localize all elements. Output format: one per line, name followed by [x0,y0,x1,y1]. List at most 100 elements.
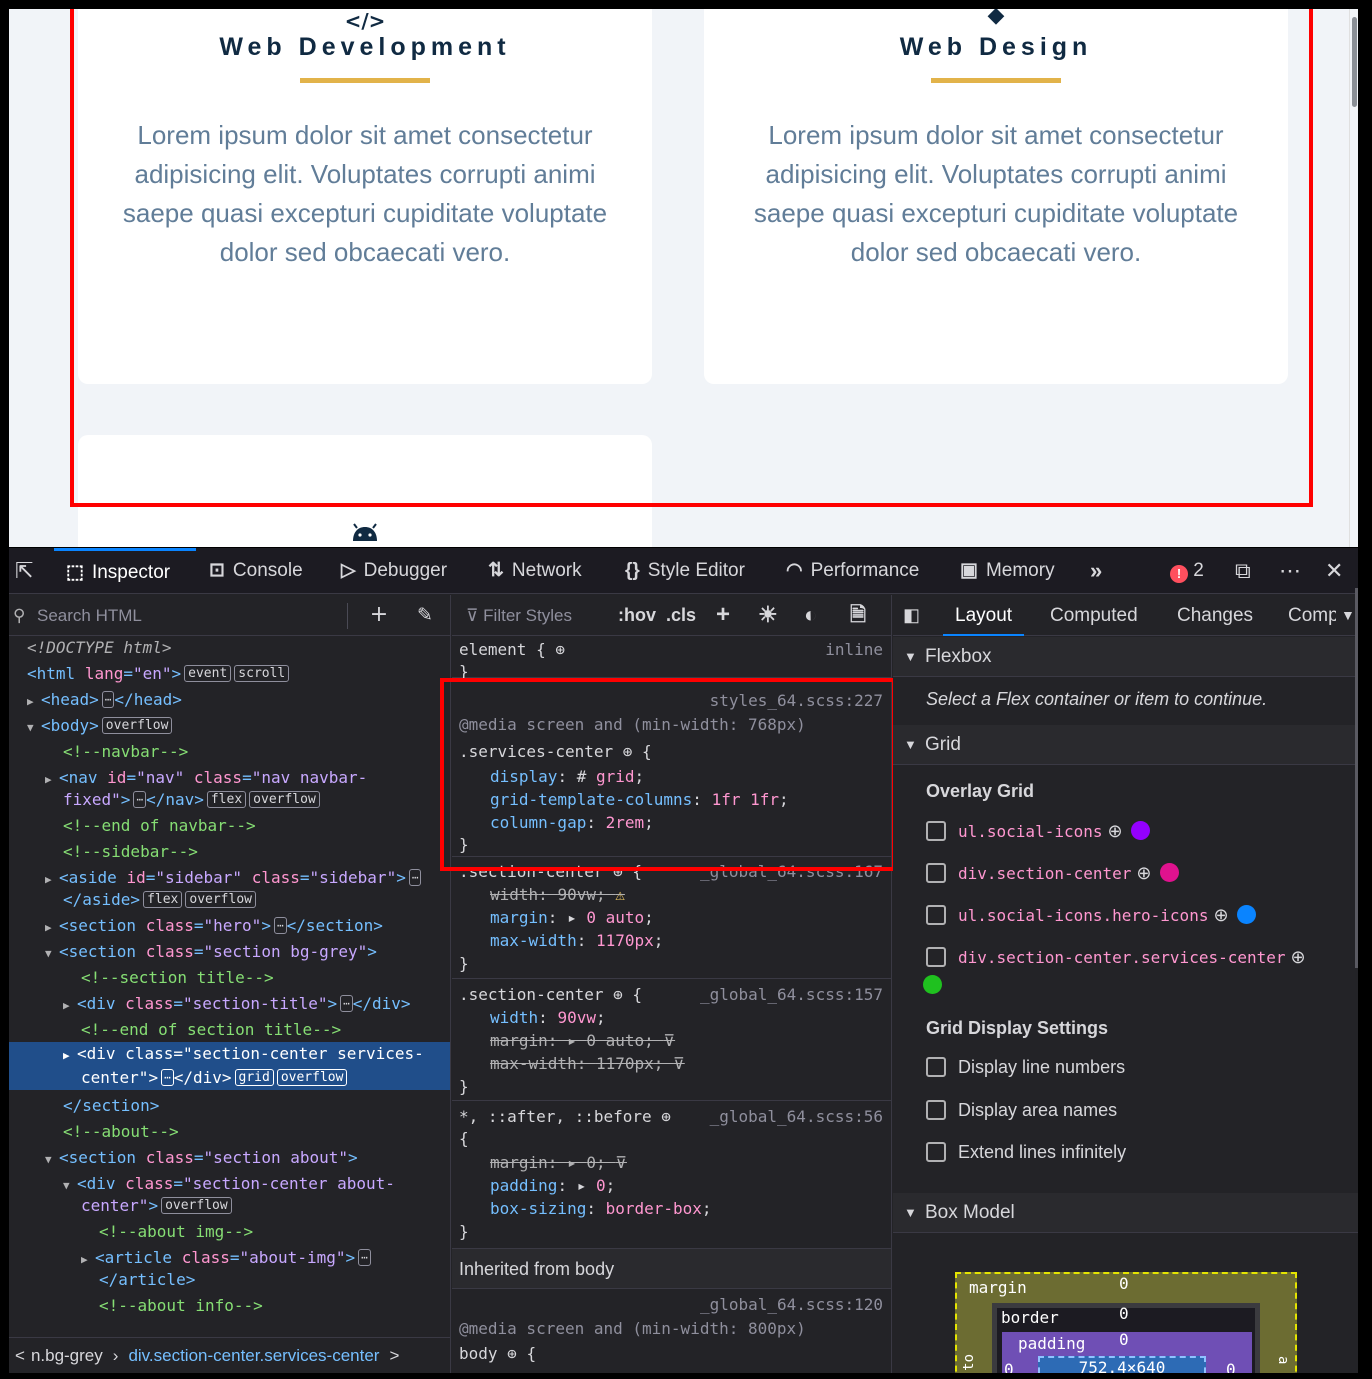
padding-top-value[interactable]: 0 [1119,1330,1129,1349]
tree-node[interactable]: <!--about info--> [9,1294,450,1318]
pick-element-button[interactable]: ⇱ [15,548,33,594]
tab-debugger[interactable]: ▷ Debugger [341,548,447,594]
grid-color-swatch[interactable] [1159,863,1179,882]
light-scheme-icon[interactable]: ☀ [758,601,778,629]
flexbox-section-header[interactable]: ▼ Flexbox [893,637,1358,677]
breadcrumb-item-selected[interactable]: div.section-center.services-center [128,1346,379,1365]
filter-icon[interactable]: ⊽ [663,1031,675,1050]
add-node-button[interactable]: + [365,601,393,629]
print-media-icon[interactable]: 🗎 [850,601,866,629]
grid-section-header[interactable]: ▼ Grid [893,725,1358,765]
tree-node[interactable]: ▶ <div class="section-title"> ⋯ </div> [9,992,450,1016]
grid-overlay-item[interactable]: ul.social-icons.hero-icons ⊕ [926,901,1256,929]
node-icon[interactable]: ⊕ [1108,821,1123,841]
layout-scrollbar[interactable] [1355,588,1358,968]
add-rule-icon[interactable]: + [716,601,730,629]
grid-color-swatch[interactable] [1130,821,1150,840]
grid-overlay-item[interactable]: ul.social-icons ⊕ [926,817,1150,845]
breadcrumb-back-icon[interactable]: < [9,1346,31,1365]
tree-node[interactable]: <!--end of section title--> [9,1018,450,1042]
toggle-sidebar-icon[interactable]: ◧ [903,595,920,636]
tree-node[interactable]: <!--navbar--> [9,740,450,764]
tree-node[interactable]: <!DOCTYPE html> [9,636,450,660]
setting-checkbox[interactable] [926,1100,946,1120]
border-top-value[interactable]: 0 [1119,1304,1129,1323]
tree-node[interactable]: center"> overflow [9,1194,450,1218]
dark-scheme-icon[interactable]: ◐ [804,601,817,629]
grid-overlay-item[interactable]: div.section-center ⊕ [926,859,1179,887]
tree-node[interactable]: ▼ <div class="section-center about- [9,1172,450,1196]
error-count-badge[interactable]: ! 2 [1170,548,1204,594]
setting-display-area-names[interactable]: Display area names [926,1096,1117,1124]
stylesheet-link[interactable]: _global_64.scss:120 [700,1293,883,1316]
tree-node[interactable]: ▶ <head> ⋯ </head> [9,688,450,712]
tree-node[interactable]: <!--about--> [9,1120,450,1144]
responsive-design-icon[interactable]: ⧉ [1235,548,1251,594]
tree-node[interactable]: </article> [9,1268,450,1292]
performance-icon: ◠ [786,560,803,581]
stylesheet-link[interactable]: _global_64.scss:56 [710,1105,883,1128]
padding-left-value[interactable]: 0 [1004,1360,1014,1373]
hover-state-toggle[interactable]: :hov [618,601,656,629]
class-toggle[interactable]: .cls [666,601,696,629]
tab-style-editor[interactable]: {} Style Editor [625,548,745,594]
more-options-icon[interactable]: ⋯ [1279,548,1301,594]
filter-icon[interactable]: ⊽ [673,1054,685,1073]
tab-memory[interactable]: ▣ Memory [960,548,1055,594]
tab-performance[interactable]: ◠ Performance [786,548,919,594]
grid-checkbox[interactable] [926,947,946,967]
filter-icon[interactable]: ⊽ [615,1153,627,1172]
tree-node[interactable]: <!--sidebar--> [9,840,450,864]
breadcrumb-forward-icon[interactable]: > [379,1346,409,1365]
tree-node[interactable]: </aside> flex overflow [9,888,450,912]
breadcrumb-item[interactable]: n.bg-grey [31,1346,103,1365]
search-icon: ⚲ [13,606,26,625]
tree-node[interactable]: ▶ <article class="about-img"> ⋯ [9,1246,450,1270]
grid-checkbox[interactable] [926,821,946,841]
warning-icon[interactable]: ⚠ [615,885,625,904]
close-icon[interactable]: ✕ [1325,548,1343,594]
tree-node[interactable]: fixed"> ⋯ </nav> flex overflow [9,788,450,812]
more-tabs-chevron-icon[interactable]: » [1090,548,1102,594]
tree-node-selected[interactable]: ▶ <div class="section-center services-cen… [9,1042,450,1090]
tree-node[interactable]: ▶ <nav id="nav" class="nav navbar- [9,766,450,790]
node-icon[interactable]: ⊕ [1291,947,1306,967]
tab-computed[interactable]: Computed [1050,595,1138,636]
search-html-input[interactable]: ⚲ Search HTML [13,603,348,629]
setting-checkbox[interactable] [926,1142,946,1162]
eyedropper-icon[interactable]: ✎ [411,601,439,629]
tab-inspector[interactable]: ⬚ Inspector [54,548,196,594]
tab-layout[interactable]: Layout [943,595,1025,636]
node-icon[interactable]: ⊕ [1213,905,1228,925]
tree-node[interactable]: <!--section title--> [9,966,450,990]
setting-display-line-numbers[interactable]: Display line numbers [926,1053,1125,1081]
grid-overlay-item[interactable]: div.section-center.services-center ⊕ [926,943,1306,971]
tree-node[interactable]: ▶ <aside id="sidebar" class="sidebar"> ⋯ [9,866,450,890]
tree-node[interactable]: ▼ <body> overflow [9,714,450,738]
tree-node[interactable]: ▼ <section class="section bg-grey"> [9,940,450,964]
grid-checkbox[interactable] [926,905,946,925]
page-scrollbar[interactable] [1349,9,1358,547]
grid-color-swatch[interactable] [923,975,942,994]
margin-top-value[interactable]: 0 [1119,1274,1129,1293]
tab-console[interactable]: ⊡ Console [209,548,303,594]
tree-node[interactable]: <html lang="en"> event scroll [9,662,450,686]
filter-styles-input[interactable]: ⊽ Filter Styles [466,603,572,629]
tree-node[interactable]: ▶ <section class="hero"> ⋯ </section> [9,914,450,938]
setting-checkbox[interactable] [926,1057,946,1077]
tab-compatibility[interactable]: Comp [1288,595,1336,636]
tab-network[interactable]: ⇅ Network [488,548,582,594]
tree-node[interactable]: <!--end of navbar--> [9,814,450,838]
grid-checkbox[interactable] [926,863,946,883]
tab-changes[interactable]: Changes [1177,595,1253,636]
tree-node[interactable]: </section> [9,1094,450,1118]
tree-node[interactable]: ▼ <section class="section about"> [9,1146,450,1170]
node-icon[interactable]: ⊕ [1136,863,1151,883]
box-model-section-header[interactable]: ▼ Box Model [893,1193,1358,1233]
tab-overflow-chevron-icon[interactable]: ▼ [1341,595,1355,636]
grid-color-swatch[interactable] [1236,905,1256,924]
setting-extend-lines[interactable]: Extend lines infinitely [926,1138,1126,1166]
stylesheet-link[interactable]: _global_64.scss:157 [700,983,883,1006]
tree-node[interactable]: <!--about img--> [9,1220,450,1244]
padding-right-value[interactable]: 0 [1226,1360,1236,1373]
